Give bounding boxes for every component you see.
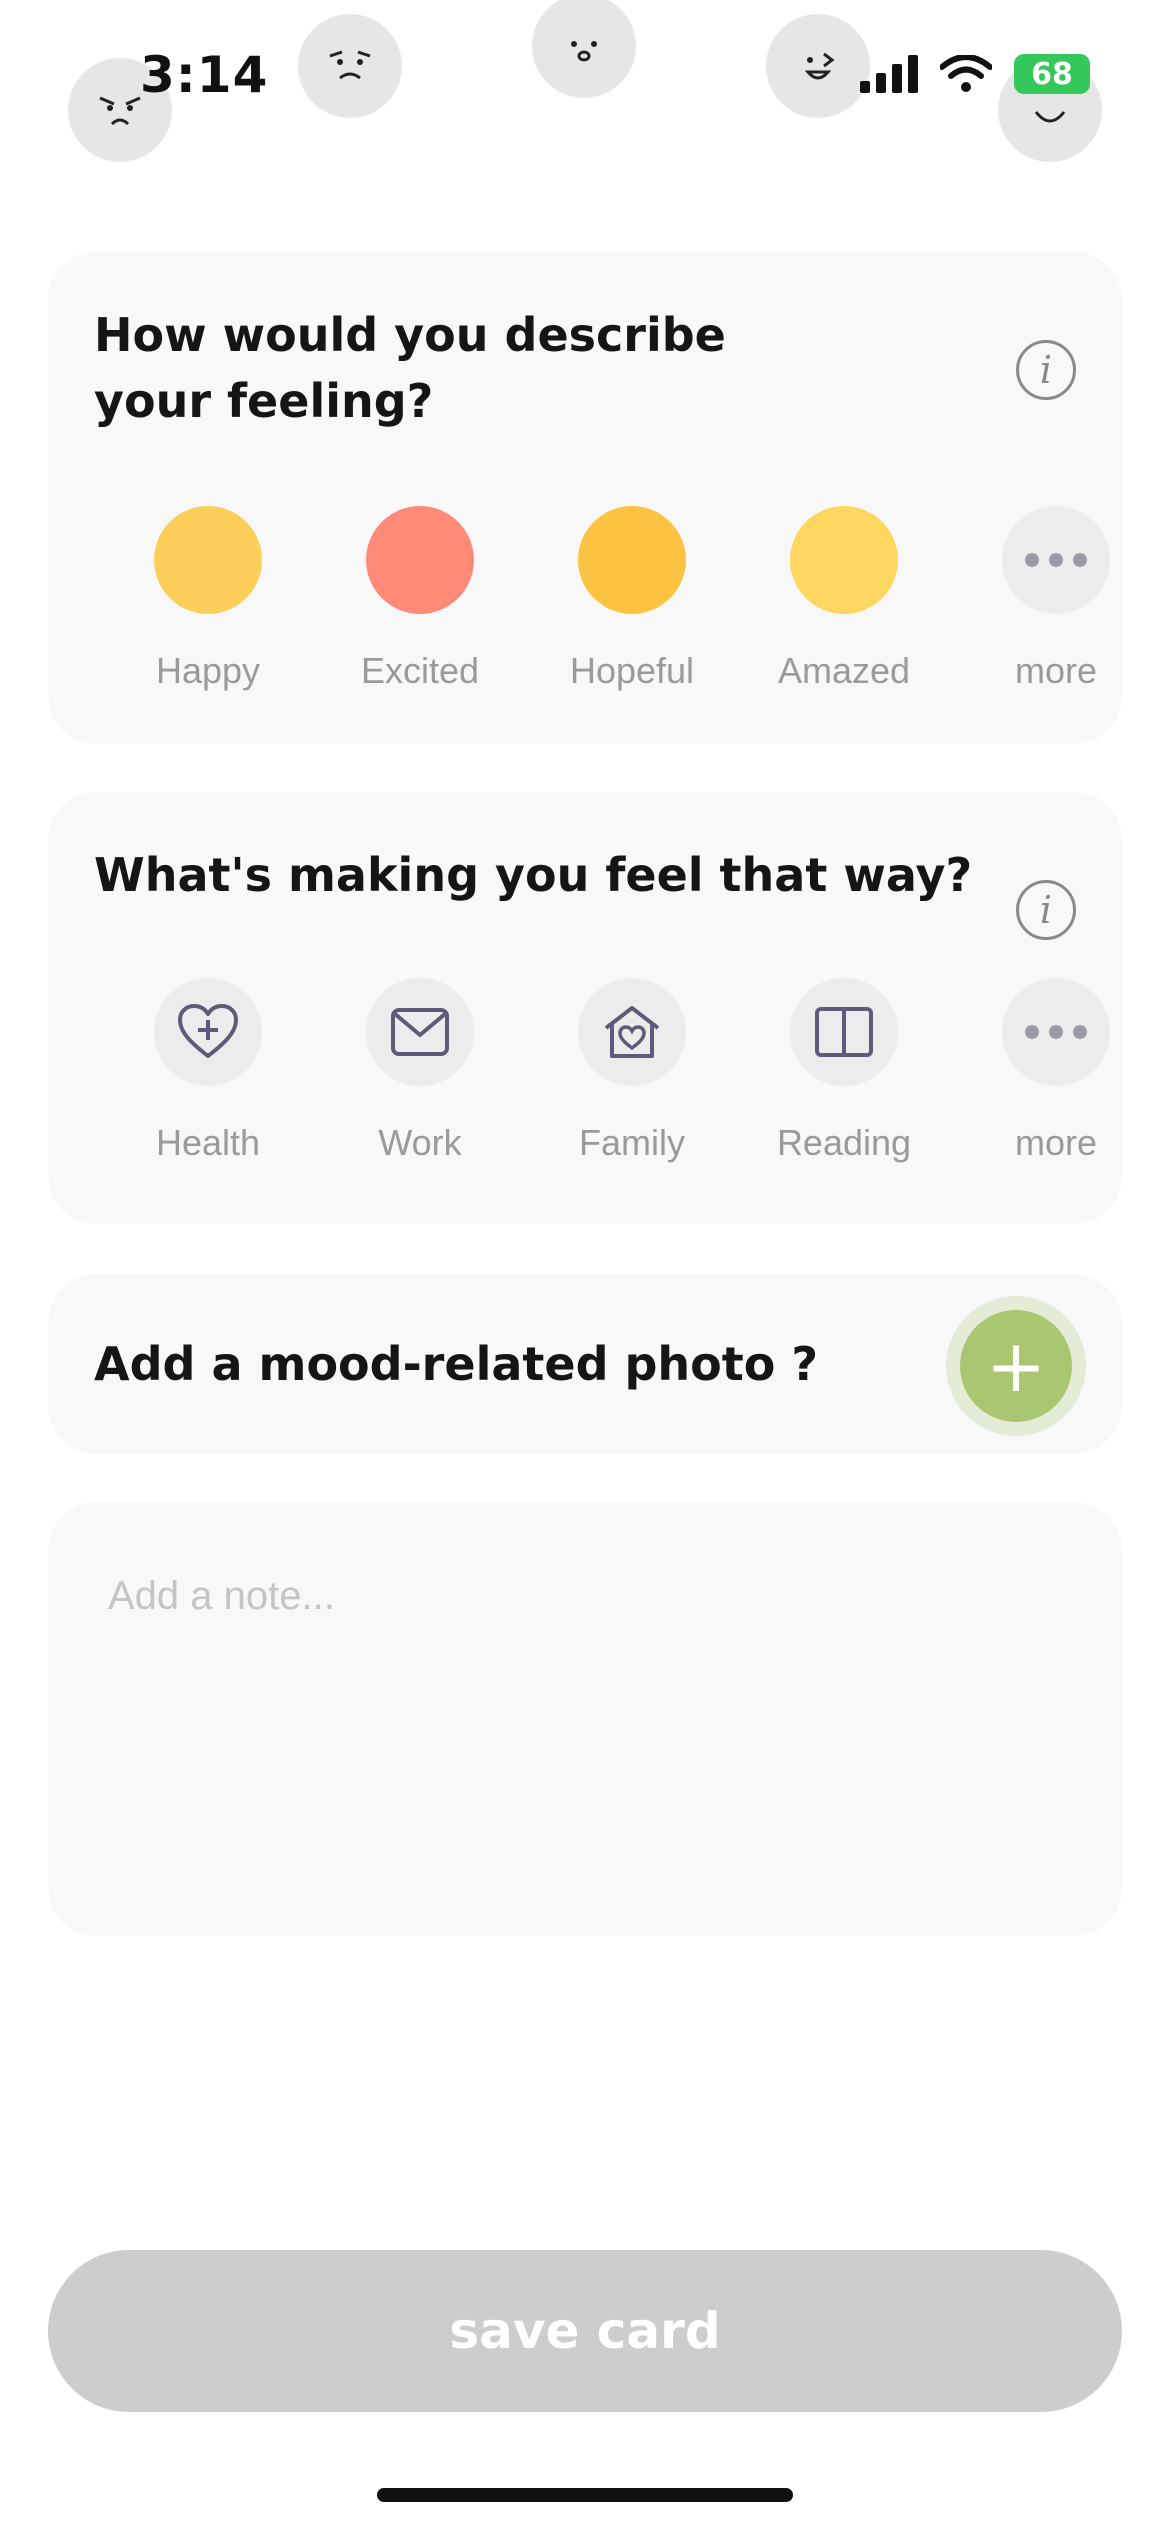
more-dots-icon (1002, 506, 1110, 614)
wifi-icon (940, 55, 992, 92)
reason-label: more (1014, 1122, 1098, 1163)
battery-level: 68 (1031, 56, 1073, 92)
happy-mood-swatch (154, 506, 262, 614)
status-icons: 68 (860, 54, 1090, 94)
feeling-info-button[interactable]: i (1016, 340, 1076, 400)
feeling-option-more[interactable]: more (966, 506, 1146, 692)
heart-plus-icon (154, 978, 262, 1086)
feeling-option-excited[interactable]: Excited (330, 506, 510, 692)
house-heart-icon (578, 978, 686, 1086)
feeling-label: Hopeful (569, 650, 695, 691)
note-input[interactable] (48, 1502, 1122, 1936)
feeling-option-amazed[interactable]: Amazed (754, 506, 934, 692)
reason-option-health[interactable]: Health (118, 978, 298, 1164)
feeling-label: more (1014, 650, 1098, 691)
status-time: 3:14 (140, 46, 269, 104)
reason-label: Reading (776, 1122, 912, 1163)
wink-face-icon[interactable] (766, 14, 870, 118)
reason-option-work[interactable]: Work (330, 978, 510, 1164)
reason-card-title: What's making you feel that way? (94, 848, 973, 902)
feeling-label: Happy (155, 650, 261, 691)
feeling-card: How would you describe your feeling? i H… (48, 252, 1122, 744)
mood-entry-screen: 3:14 68 How would you describe your feel… (0, 0, 1170, 2532)
reason-option-more[interactable]: more (966, 978, 1146, 1164)
amazed-mood-swatch (790, 506, 898, 614)
reason-label: Family (579, 1122, 685, 1163)
feeling-option-happy[interactable]: Happy (118, 506, 298, 692)
home-indicator (377, 2488, 793, 2502)
reason-label: Health (155, 1122, 261, 1163)
reason-label: Work (378, 1122, 462, 1163)
photo-card-title: Add a mood-related photo ? (94, 1337, 819, 1391)
book-icon (790, 978, 898, 1086)
reason-option-reading[interactable]: Reading (754, 978, 934, 1164)
feeling-option-hopeful[interactable]: Hopeful (542, 506, 722, 692)
save-card-button[interactable]: save card (48, 2250, 1122, 2412)
sad-face-icon[interactable] (298, 14, 402, 118)
envelope-icon (366, 978, 474, 1086)
cellular-signal-icon (860, 55, 918, 93)
reason-info-button[interactable]: i (1016, 880, 1076, 940)
feeling-label: Excited (360, 650, 480, 691)
excited-mood-swatch (366, 506, 474, 614)
add-photo-button[interactable]: + (946, 1296, 1086, 1436)
reason-option-family[interactable]: Family (542, 978, 722, 1164)
plus-icon: + (960, 1310, 1072, 1422)
neutral-face-icon[interactable] (532, 0, 636, 98)
info-icon: i (1039, 888, 1053, 932)
battery-indicator: 68 (1014, 54, 1090, 94)
hopeful-mood-swatch (578, 506, 686, 614)
feeling-label: Amazed (777, 650, 911, 691)
feeling-card-title: How would you describe your feeling? (94, 308, 726, 428)
reason-card: What's making you feel that way? i Healt… (48, 792, 1122, 1224)
info-icon: i (1039, 348, 1053, 392)
more-dots-icon (1002, 978, 1110, 1086)
photo-card: Add a mood-related photo ? + (48, 1274, 1122, 1454)
